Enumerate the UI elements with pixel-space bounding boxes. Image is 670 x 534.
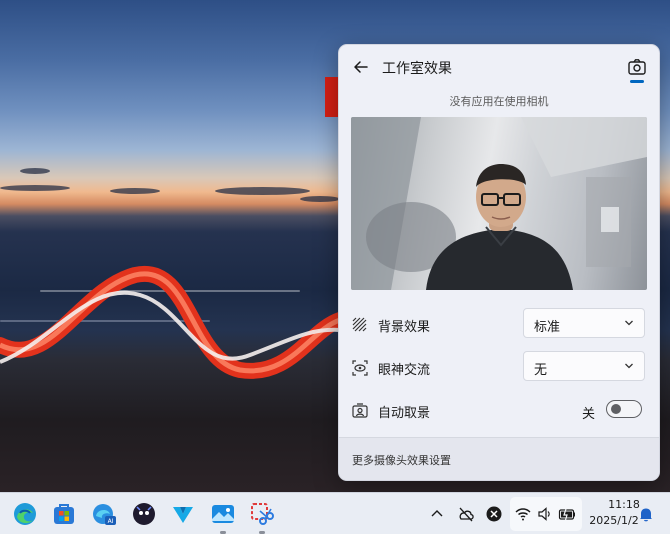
automatic-framing-icon [352, 403, 368, 418]
eye-contact-dropdown[interactable]: 无 [523, 351, 645, 381]
chevron-down-icon [625, 363, 633, 369]
vector-app-icon[interactable] [170, 501, 196, 527]
back-arrow-icon[interactable] [351, 57, 371, 77]
quick-settings-button[interactable] [510, 497, 582, 531]
snipping-tool-icon[interactable] [249, 501, 275, 527]
automatic-framing-label: 自动取景 [378, 406, 431, 421]
edge-ai-icon[interactable]: AI [91, 501, 117, 527]
camera-preview [351, 117, 647, 290]
assistant-app-icon[interactable] [131, 501, 157, 527]
chevron-down-icon [625, 320, 633, 326]
toggle-state-label: 关 [582, 407, 596, 422]
dropdown-selected-value: 无 [534, 363, 548, 378]
flyout-title: 工作室效果 [382, 61, 452, 77]
background-effects-row: 背景效果 标准 [339, 304, 659, 344]
eye-contact-row: 眼神交流 无 [339, 347, 659, 387]
flyout-header: 工作室效果 [339, 45, 659, 89]
cloud-shape [300, 196, 340, 202]
cloud-off-icon[interactable] [457, 505, 475, 523]
dropdown-selected-value: 标准 [534, 320, 561, 335]
clock-date[interactable]: 2025/1/2 [588, 514, 640, 527]
cloud-shape [20, 168, 50, 174]
microsoft-store-icon[interactable] [51, 501, 77, 527]
camera-icon[interactable] [627, 57, 647, 77]
toggle-knob [611, 404, 621, 414]
volume-icon [538, 507, 550, 521]
cloud-shape [110, 188, 160, 194]
svg-text:AI: AI [108, 518, 114, 525]
background-effects-label: 背景效果 [378, 320, 431, 335]
background-window-edge [325, 77, 339, 117]
battery-icon [558, 508, 575, 521]
camera-preview-image [351, 117, 647, 290]
studio-effects-flyout: 工作室效果 没有应用在使用相机 背景效果 标准 眼神交流 无 自动取景 关 更多… [338, 44, 660, 481]
eye-contact-label: 眼神交流 [378, 363, 431, 378]
light-trail-graphic [0, 265, 340, 379]
background-effects-icon [352, 317, 367, 332]
more-camera-settings-link[interactable]: 更多摄像头效果设置 [352, 452, 451, 468]
camera-status-text: 没有应用在使用相机 [449, 95, 549, 108]
cloud-shape [0, 185, 70, 191]
automatic-framing-toggle[interactable] [606, 400, 642, 418]
close-circle-icon[interactable] [485, 505, 503, 523]
taskbar: AI 11:18 2025/1/2 [0, 492, 670, 534]
background-effects-dropdown[interactable]: 标准 [523, 308, 645, 338]
edge-icon[interactable] [12, 501, 38, 527]
automatic-framing-row: 自动取景 关 [339, 390, 659, 430]
flyout-footer: 更多摄像头效果设置 [339, 437, 659, 480]
selected-indicator [630, 80, 644, 83]
eye-contact-icon [352, 360, 368, 376]
notification-bell-icon[interactable] [637, 505, 655, 523]
wifi-icon [515, 508, 531, 521]
cloud-shape [215, 187, 310, 195]
chevron-up-icon[interactable] [428, 505, 446, 523]
photos-app-icon[interactable] [210, 501, 236, 527]
